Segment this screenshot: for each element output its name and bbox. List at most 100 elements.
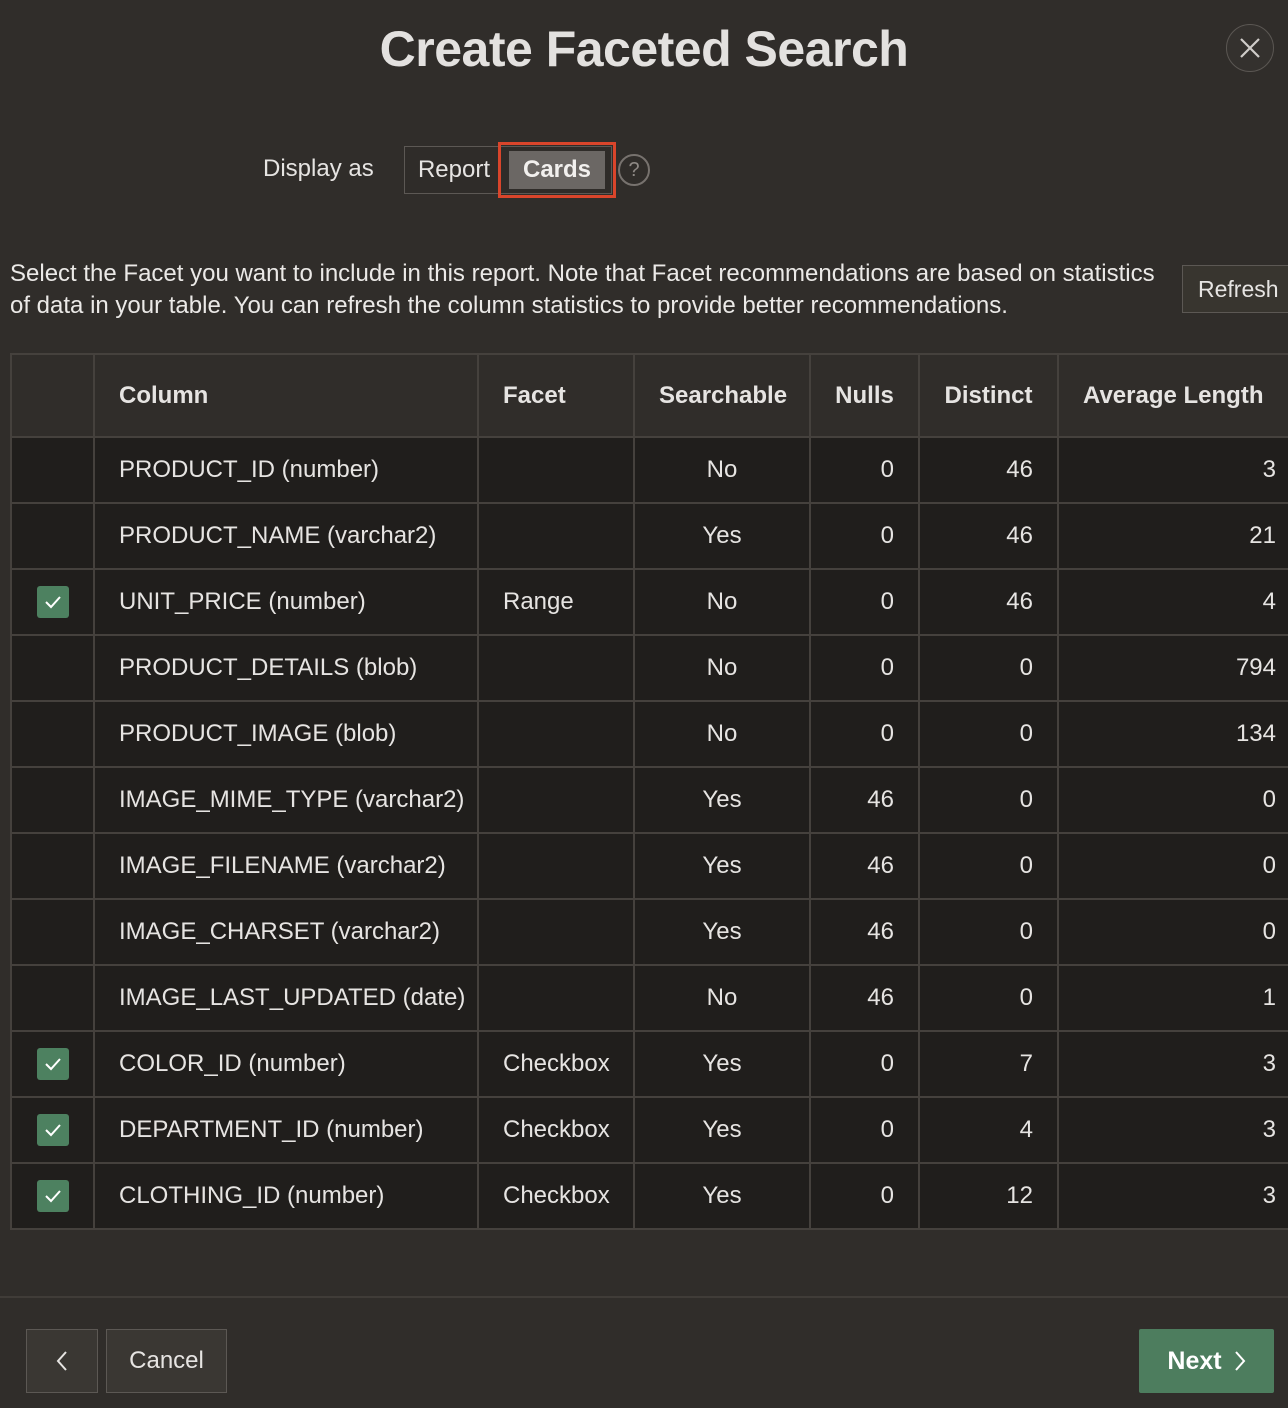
cell-distinct: 7 [918, 1030, 1059, 1098]
row-checkbox-checked[interactable] [36, 586, 69, 618]
dialog-title: Create Faceted Search [379, 21, 909, 77]
cell-facet [477, 832, 635, 900]
checkmark-icon [44, 1124, 61, 1137]
cell-average-length: 0 [1057, 766, 1288, 834]
cell-column: IMAGE_CHARSET (varchar2) [93, 898, 479, 966]
checkmark-icon [44, 596, 61, 609]
cell-distinct: 46 [918, 568, 1059, 636]
previous-button[interactable] [26, 1329, 98, 1393]
header-select [10, 353, 95, 438]
display-as-toggle: Report Cards [404, 142, 616, 198]
cell-average-length: 1 [1057, 964, 1288, 1032]
close-button[interactable] [1226, 24, 1274, 72]
cell-searchable: No [633, 964, 811, 1032]
cell-nulls: 0 [809, 1162, 920, 1230]
cell-distinct: 46 [918, 502, 1059, 570]
table-row[interactable]: COLOR_ID (number) Checkbox Yes 0 7 3 [10, 1030, 1288, 1098]
cell-average-length: 3 [1057, 1162, 1288, 1230]
refresh-button[interactable]: Refresh [1182, 265, 1288, 313]
cell-nulls: 0 [809, 568, 920, 636]
next-button[interactable]: Next [1139, 1329, 1274, 1393]
facet-columns-table: Column Facet Searchable Nulls Distinct A… [10, 353, 1288, 1230]
row-checkbox-checked[interactable] [36, 1048, 69, 1080]
cell-average-length: 0 [1057, 898, 1288, 966]
instruction-text: Select the Facet you want to include in … [10, 260, 1155, 319]
cell-searchable: Yes [633, 766, 811, 834]
header-column[interactable]: Column [93, 353, 479, 438]
cell-nulls: 0 [809, 634, 920, 702]
table-row[interactable]: PRODUCT_IMAGE (blob) No 0 0 134 [10, 700, 1288, 768]
cancel-button[interactable]: Cancel [106, 1329, 227, 1393]
cell-nulls: 0 [809, 1030, 920, 1098]
cell-select[interactable] [10, 700, 95, 768]
cell-select[interactable] [10, 898, 95, 966]
table-row[interactable]: DEPARTMENT_ID (number) Checkbox Yes 0 4 3 [10, 1096, 1288, 1164]
header-nulls[interactable]: Nulls [809, 353, 920, 438]
cell-select[interactable] [10, 634, 95, 702]
checkmark-icon [44, 1190, 61, 1203]
cell-nulls: 46 [809, 964, 920, 1032]
cell-column: PRODUCT_DETAILS (blob) [93, 634, 479, 702]
cell-searchable: Yes [633, 832, 811, 900]
cell-select[interactable] [10, 766, 95, 834]
header-distinct[interactable]: Distinct [918, 353, 1059, 438]
cell-average-length: 794 [1057, 634, 1288, 702]
cell-searchable: Yes [633, 1030, 811, 1098]
cell-column: DEPARTMENT_ID (number) [93, 1096, 479, 1164]
checkmark-icon [44, 1058, 61, 1071]
cell-distinct: 0 [918, 964, 1059, 1032]
cell-average-length: 0 [1057, 832, 1288, 900]
header-facet[interactable]: Facet [477, 353, 635, 438]
row-checkbox-checked[interactable] [36, 1180, 69, 1212]
row-checkbox-checked[interactable] [36, 1114, 69, 1146]
cell-average-length: 21 [1057, 502, 1288, 570]
header-searchable[interactable]: Searchable [633, 353, 811, 438]
cell-nulls: 46 [809, 898, 920, 966]
cell-column: PRODUCT_IMAGE (blob) [93, 700, 479, 768]
display-option-cards[interactable]: Cards [498, 142, 616, 198]
cell-select[interactable] [10, 964, 95, 1032]
cell-average-length: 3 [1057, 436, 1288, 504]
cell-column: IMAGE_LAST_UPDATED (date) [93, 964, 479, 1032]
cell-select[interactable] [10, 502, 95, 570]
table-row[interactable]: PRODUCT_DETAILS (blob) No 0 0 794 [10, 634, 1288, 702]
cell-nulls: 46 [809, 766, 920, 834]
cell-column: PRODUCT_ID (number) [93, 436, 479, 504]
cell-select[interactable] [10, 1030, 95, 1098]
cell-distinct: 0 [918, 700, 1059, 768]
cell-select[interactable] [10, 436, 95, 504]
display-option-report[interactable]: Report [405, 147, 503, 193]
table-row[interactable]: CLOTHING_ID (number) Checkbox Yes 0 12 3 [10, 1162, 1288, 1230]
table-row[interactable]: IMAGE_LAST_UPDATED (date) No 46 0 1 [10, 964, 1288, 1032]
cell-average-length: 4 [1057, 568, 1288, 636]
cell-nulls: 46 [809, 832, 920, 900]
table-row[interactable]: IMAGE_FILENAME (varchar2) Yes 46 0 0 [10, 832, 1288, 900]
cell-searchable: Yes [633, 898, 811, 966]
table-row[interactable]: IMAGE_MIME_TYPE (varchar2) Yes 46 0 0 [10, 766, 1288, 834]
cell-facet [477, 502, 635, 570]
table-body: PRODUCT_ID (number) No 0 46 3 PRODUCT_NAME (v… [10, 436, 1288, 1230]
cell-select[interactable] [10, 832, 95, 900]
cell-facet [477, 700, 635, 768]
cell-facet: Checkbox [477, 1096, 635, 1164]
cell-distinct: 0 [918, 832, 1059, 900]
cell-average-length: 134 [1057, 700, 1288, 768]
table-row[interactable]: UNIT_PRICE (number) Range No 0 46 4 [10, 568, 1288, 636]
table-row[interactable]: PRODUCT_NAME (varchar2) Yes 0 46 21 [10, 502, 1288, 570]
cell-searchable: Yes [633, 1096, 811, 1164]
cell-searchable: No [633, 700, 811, 768]
cell-nulls: 0 [809, 700, 920, 768]
cell-select[interactable] [10, 568, 95, 636]
table-row[interactable]: PRODUCT_ID (number) No 0 46 3 [10, 436, 1288, 504]
cell-average-length: 3 [1057, 1030, 1288, 1098]
cell-facet [477, 634, 635, 702]
cell-select[interactable] [10, 1162, 95, 1230]
cell-average-length: 3 [1057, 1096, 1288, 1164]
header-average-length[interactable]: Average Length [1057, 353, 1288, 438]
chevron-right-icon [1234, 1351, 1245, 1371]
cell-select[interactable] [10, 1096, 95, 1164]
cell-column: IMAGE_MIME_TYPE (varchar2) [93, 766, 479, 834]
table-row[interactable]: IMAGE_CHARSET (varchar2) Yes 46 0 0 [10, 898, 1288, 966]
footer-divider [0, 1296, 1288, 1298]
question-circle-icon[interactable]: ? [618, 154, 650, 186]
